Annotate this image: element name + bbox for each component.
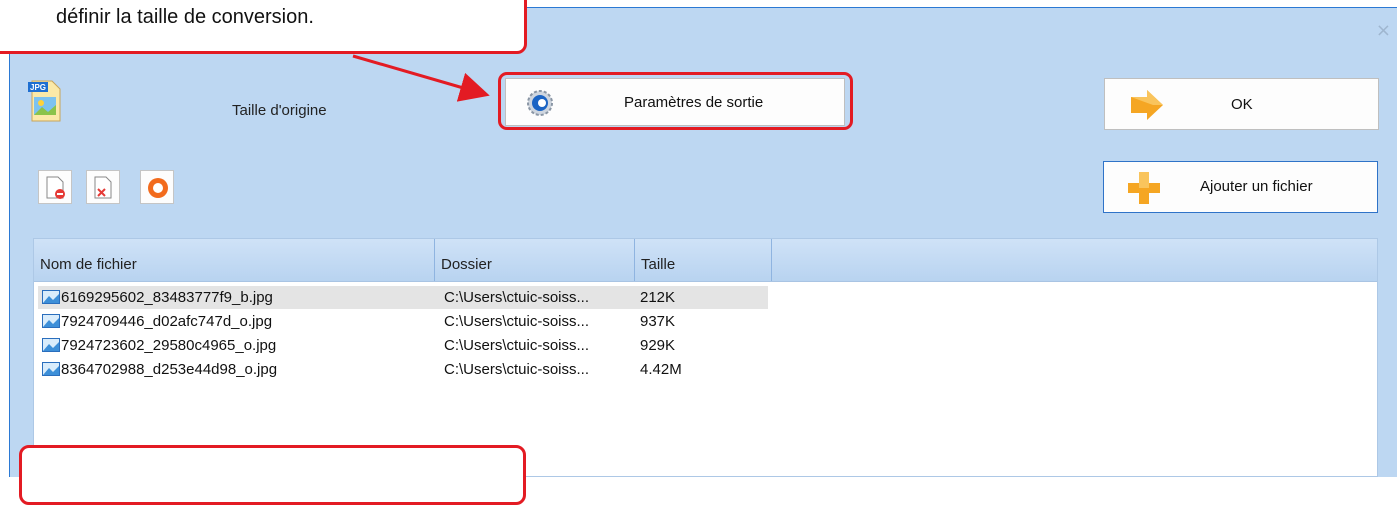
file-list[interactable]: Nom de fichier Dossier Taille 6169295602… [33, 238, 1378, 477]
start-convert-icon [148, 178, 168, 198]
file-name: 6169295602_83483777f9_b.jpg [61, 289, 273, 306]
file-size: 929K [640, 337, 676, 354]
image-file-icon [42, 314, 60, 328]
remove-file-icon [46, 176, 65, 199]
file-size: 212K [640, 289, 676, 306]
ok-label: OK [1231, 96, 1253, 113]
file-folder: C:\Users\ctuic-soiss... [444, 289, 590, 306]
file-size: 4.42M [640, 361, 682, 378]
table-row[interactable]: 8364702988_d253e44d98_o.jpg C:\Users\ctu… [38, 358, 768, 381]
add-file-button[interactable]: Ajouter un fichier [1103, 161, 1378, 213]
annotation-callout-secondary [19, 445, 526, 505]
image-file-icon [42, 338, 60, 352]
original-size-label: Taille d'origine [232, 102, 327, 119]
jpg-file-icon: JPG [28, 80, 61, 122]
file-name: 7924709446_d02afc747d_o.jpg [61, 313, 273, 330]
image-file-icon [42, 362, 60, 376]
start-convert-button[interactable] [140, 170, 174, 204]
file-folder: C:\Users\ctuic-soiss... [444, 313, 590, 330]
jpg-icon-text: JPG [30, 83, 46, 92]
ok-button[interactable]: OK [1104, 78, 1379, 130]
file-name: 7924723602_29580c4965_o.jpg [61, 337, 277, 354]
column-header-size[interactable]: Taille [635, 239, 772, 281]
table-row[interactable]: 6169295602_83483777f9_b.jpg C:\Users\ctu… [38, 286, 768, 309]
remove-file-button[interactable] [38, 170, 72, 204]
table-row[interactable]: 7924709446_d02afc747d_o.jpg C:\Users\ctu… [38, 310, 768, 333]
output-settings-highlight [498, 72, 853, 130]
table-row[interactable]: 7924723602_29580c4965_o.jpg C:\Users\ctu… [38, 334, 768, 357]
file-folder: C:\Users\ctuic-soiss... [444, 337, 590, 354]
close-icon[interactable]: × [1376, 20, 1391, 41]
clear-list-icon [94, 176, 112, 199]
clear-list-button[interactable] [86, 170, 120, 204]
column-header-name[interactable]: Nom de fichier [34, 239, 435, 281]
annotation-callout-text: définir la taille de conversion. [56, 6, 314, 28]
image-file-icon [42, 290, 60, 304]
file-list-header: Nom de fichier Dossier Taille [34, 239, 1377, 282]
file-folder: C:\Users\ctuic-soiss... [444, 361, 590, 378]
column-header-folder[interactable]: Dossier [435, 239, 635, 281]
arrow-right-icon [1131, 90, 1163, 120]
file-size: 937K [640, 313, 676, 330]
file-name: 8364702988_d253e44d98_o.jpg [61, 361, 278, 378]
add-file-label: Ajouter un fichier [1200, 178, 1313, 195]
plus-icon [1128, 172, 1160, 204]
annotation-callout: définir la taille de conversion. [0, 0, 527, 54]
